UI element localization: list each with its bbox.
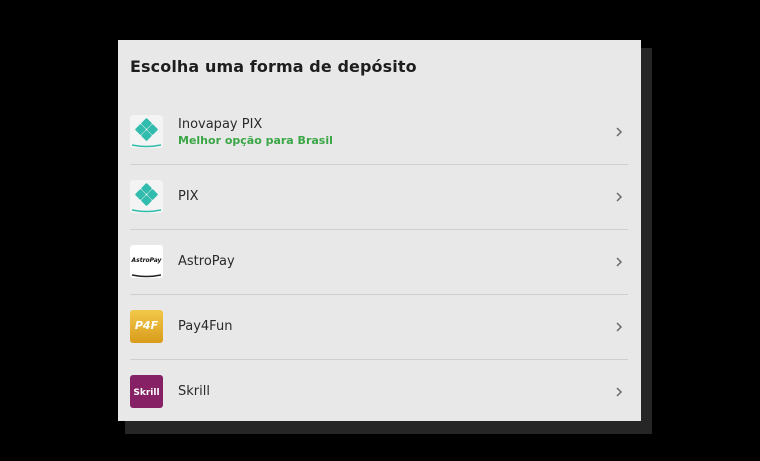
method-row-pix[interactable]: PIX: [130, 165, 628, 230]
astropay-logo-icon: AstroPay: [130, 245, 163, 278]
svg-text:P4F: P4F: [135, 319, 159, 332]
skrill-logo-icon: Skrill: [130, 375, 163, 408]
chevron-right-icon: [616, 257, 623, 267]
pay4fun-logo-icon: P4F: [130, 310, 163, 343]
pix-icon: [130, 180, 163, 213]
method-label: Pay4Fun: [178, 319, 233, 334]
method-label: Inovapay PIX: [178, 116, 263, 132]
pix-icon: [130, 115, 163, 148]
method-label: AstroPay: [178, 254, 235, 269]
svg-text:AstroPay: AstroPay: [131, 257, 163, 264]
page: Escolha uma forma de depósito Inovapay P…: [0, 0, 760, 461]
method-row-astropay[interactable]: AstroPay AstroPay: [130, 230, 628, 295]
chevron-right-icon: [616, 387, 623, 397]
method-row-inovapay-pix[interactable]: Inovapay PIX Melhor opção para Brasil: [130, 100, 628, 165]
deposit-method-dialog: Escolha uma forma de depósito Inovapay P…: [118, 40, 641, 421]
chevron-right-icon: [616, 192, 623, 202]
chevron-right-icon: [616, 322, 623, 332]
method-label: Skrill: [178, 384, 210, 399]
dialog-title: Escolha uma forma de depósito: [130, 57, 417, 76]
method-row-pay4fun[interactable]: P4F Pay4Fun: [130, 295, 628, 360]
deposit-method-list: Inovapay PIX Melhor opção para Brasil PI…: [130, 100, 628, 424]
chevron-right-icon: [616, 127, 623, 137]
method-sublabel: Melhor opção para Brasil: [178, 133, 333, 147]
method-row-skrill[interactable]: Skrill Skrill: [130, 360, 628, 424]
svg-text:Skrill: Skrill: [133, 388, 159, 398]
method-label: PIX: [178, 189, 199, 204]
